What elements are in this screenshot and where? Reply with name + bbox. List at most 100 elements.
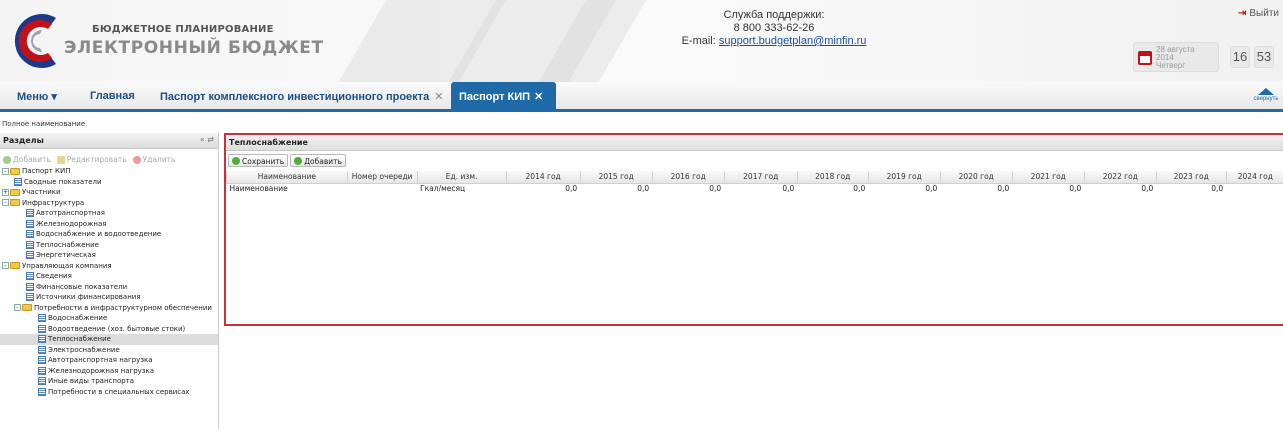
column-header[interactable]: Наименование [226,171,348,184]
list-icon [38,356,46,364]
column-header[interactable]: 2021 год [1011,171,1085,184]
table-cell[interactable]: 0,0 [580,183,652,194]
add-icon [3,155,11,164]
tree-item[interactable]: Источники финансирования [0,292,218,303]
collapse-node-icon[interactable]: - [14,304,21,311]
support-phone: 8 800 333-62-26 [733,22,815,34]
tree-item[interactable]: Энергетическая [0,250,218,261]
add-section-button[interactable]: Добавить [3,153,51,166]
list-icon [26,219,34,228]
table-cell[interactable]: 0,0 [868,183,940,194]
column-header[interactable]: 2022 год [1083,171,1157,184]
tree-item-label: Автотранспортная нагрузка [48,356,153,364]
delete-section-button[interactable]: Удалить [132,153,175,166]
table-cell[interactable]: 0,0 [797,183,868,194]
tree-item[interactable]: Теплоснабжение [0,334,218,345]
list-icon [26,230,34,238]
table-row[interactable]: Наименование Гкал/месяц 0,0 0,0 0,0 0,0 0,0 0,0… [227,183,1283,194]
table-cell[interactable] [1226,183,1283,194]
tree-item[interactable]: Иные виды транспорта [0,376,218,387]
column-header[interactable]: 2016 год [651,171,725,184]
sections-toolbar: Добавить Редактировать Удалить [0,149,218,166]
tree-item[interactable]: Сведения [0,271,218,282]
support-email-link[interactable]: support.budgetplan@minfin.ru [719,35,867,47]
collapse-node-icon[interactable]: - [2,199,9,206]
table-cell[interactable]: 0,0 [506,183,580,194]
close-icon[interactable]: ✕ [434,91,443,103]
list-icon [26,209,34,217]
edit-section-button[interactable]: Редактировать [56,153,127,166]
column-header[interactable]: 2018 год [796,171,869,184]
table-cell[interactable]: 0,0 [652,183,724,194]
table-cell[interactable]: 0,0 [1084,183,1156,194]
detail-panel: Теплоснабжение Сохранить Добавить Наимен… [224,133,1283,326]
add-row-button[interactable]: Добавить [290,154,346,167]
table-cell[interactable]: Гкал/месяц [417,183,506,194]
panel-tools[interactable]: « ⇄ [200,135,214,144]
list-icon [38,377,46,385]
sections-tree: - Паспорт КИП Сводные показатели + Участники… [0,166,218,397]
table-cell[interactable]: 0,0 [940,183,1012,194]
collapse-node-icon[interactable]: - [2,262,9,269]
date-text: 28 августа 2014 Четверг [1156,46,1195,70]
logout-button[interactable]: ⇥ Выйти [1238,8,1279,19]
list-icon [38,335,46,343]
full-name-label: Полное наименование [2,120,86,128]
table-cell[interactable] [347,183,417,194]
tree-item[interactable]: Финансовые показатели [0,282,218,293]
tree-item[interactable]: Теплоснабжение [0,240,218,251]
column-header[interactable]: Номер очереди [346,171,418,184]
tree-item[interactable]: - Инфраструктура [0,198,218,209]
logo-title-bottom: ЭЛЕКТРОННЫЙ БЮДЖЕТ [64,38,324,58]
logout-label: Выйти [1249,8,1279,19]
save-button[interactable]: Сохранить [228,154,289,167]
support-email-line: E-mail: support.budgetplan@minfin.ru [664,35,884,48]
column-header[interactable]: 2017 год [723,171,798,184]
column-header[interactable]: Ед. изм. [416,171,507,184]
detail-toolbar: Сохранить Добавить [226,151,1283,171]
collapse-node-icon[interactable]: - [2,167,9,175]
table-cell[interactable]: 0,0 [724,183,797,194]
column-header[interactable]: 2024 год [1225,171,1283,184]
tree-item[interactable]: Автотранспортная [0,208,218,219]
tree-item[interactable]: - Паспорт КИП [0,166,218,177]
table-cell[interactable]: 0,0 [1156,183,1226,194]
collapse-button[interactable]: свернуть [1249,88,1283,102]
close-icon[interactable]: ✕ [534,91,543,103]
folder-icon [22,304,32,311]
tree-item[interactable]: Водоснабжение и водоотведение [0,229,218,240]
tree-item[interactable]: Железнодорожная нагрузка [0,366,218,377]
tree-item[interactable]: Электроснабжение [0,345,218,356]
nav-home[interactable]: Главная [90,90,135,102]
column-header[interactable]: 2014 год [505,171,581,184]
table-cell[interactable]: 0,0 [1012,183,1084,194]
tab-kip-passport[interactable]: Паспорт КИП ✕ [451,82,556,112]
tree-item[interactable]: Водоснабжение [0,313,218,324]
folder-icon [10,188,20,196]
collapse-icon [1258,88,1274,95]
tree-item-label: Энергетическая [36,251,96,259]
tree-item[interactable]: Потребности в специальных сервисах [0,387,218,398]
support-title: Служба поддержки: [723,9,825,21]
tree-item[interactable]: - Потребности в инфраструктурном обеспече… [0,303,218,314]
collapse-label: свернуть [1253,96,1279,102]
column-header[interactable]: 2020 год [939,171,1013,184]
tree-item[interactable]: Автотранспортная нагрузка [0,355,218,366]
logout-icon: ⇥ [1238,8,1247,19]
expand-icon[interactable]: + [2,188,9,196]
tree-item[interactable]: Сводные показатели [0,177,218,188]
tree-item-label: Потребности в специальных сервисах [48,387,190,396]
folder-icon [10,167,20,175]
column-header[interactable]: 2023 год [1155,171,1227,184]
tree-item[interactable]: - Управляющая компания [0,261,218,272]
column-header[interactable]: 2015 год [579,171,653,184]
column-header[interactable]: 2019 год [867,171,941,184]
menu-button[interactable]: Меню ▾ [17,90,57,103]
tree-item[interactable]: + Участники [0,187,218,198]
tree-item[interactable]: Железнодорожная [0,219,218,230]
table-cell[interactable]: Наименование [227,183,348,194]
list-icon [38,345,46,354]
tab-kip-project[interactable]: Паспорт комплексного инвестиционного про… [160,90,443,103]
support-block: Служба поддержки: 8 800 333-62-26 E-mail… [664,9,884,48]
tree-item[interactable]: Водоотведение (хоз. бытовые стоки) [0,324,218,335]
